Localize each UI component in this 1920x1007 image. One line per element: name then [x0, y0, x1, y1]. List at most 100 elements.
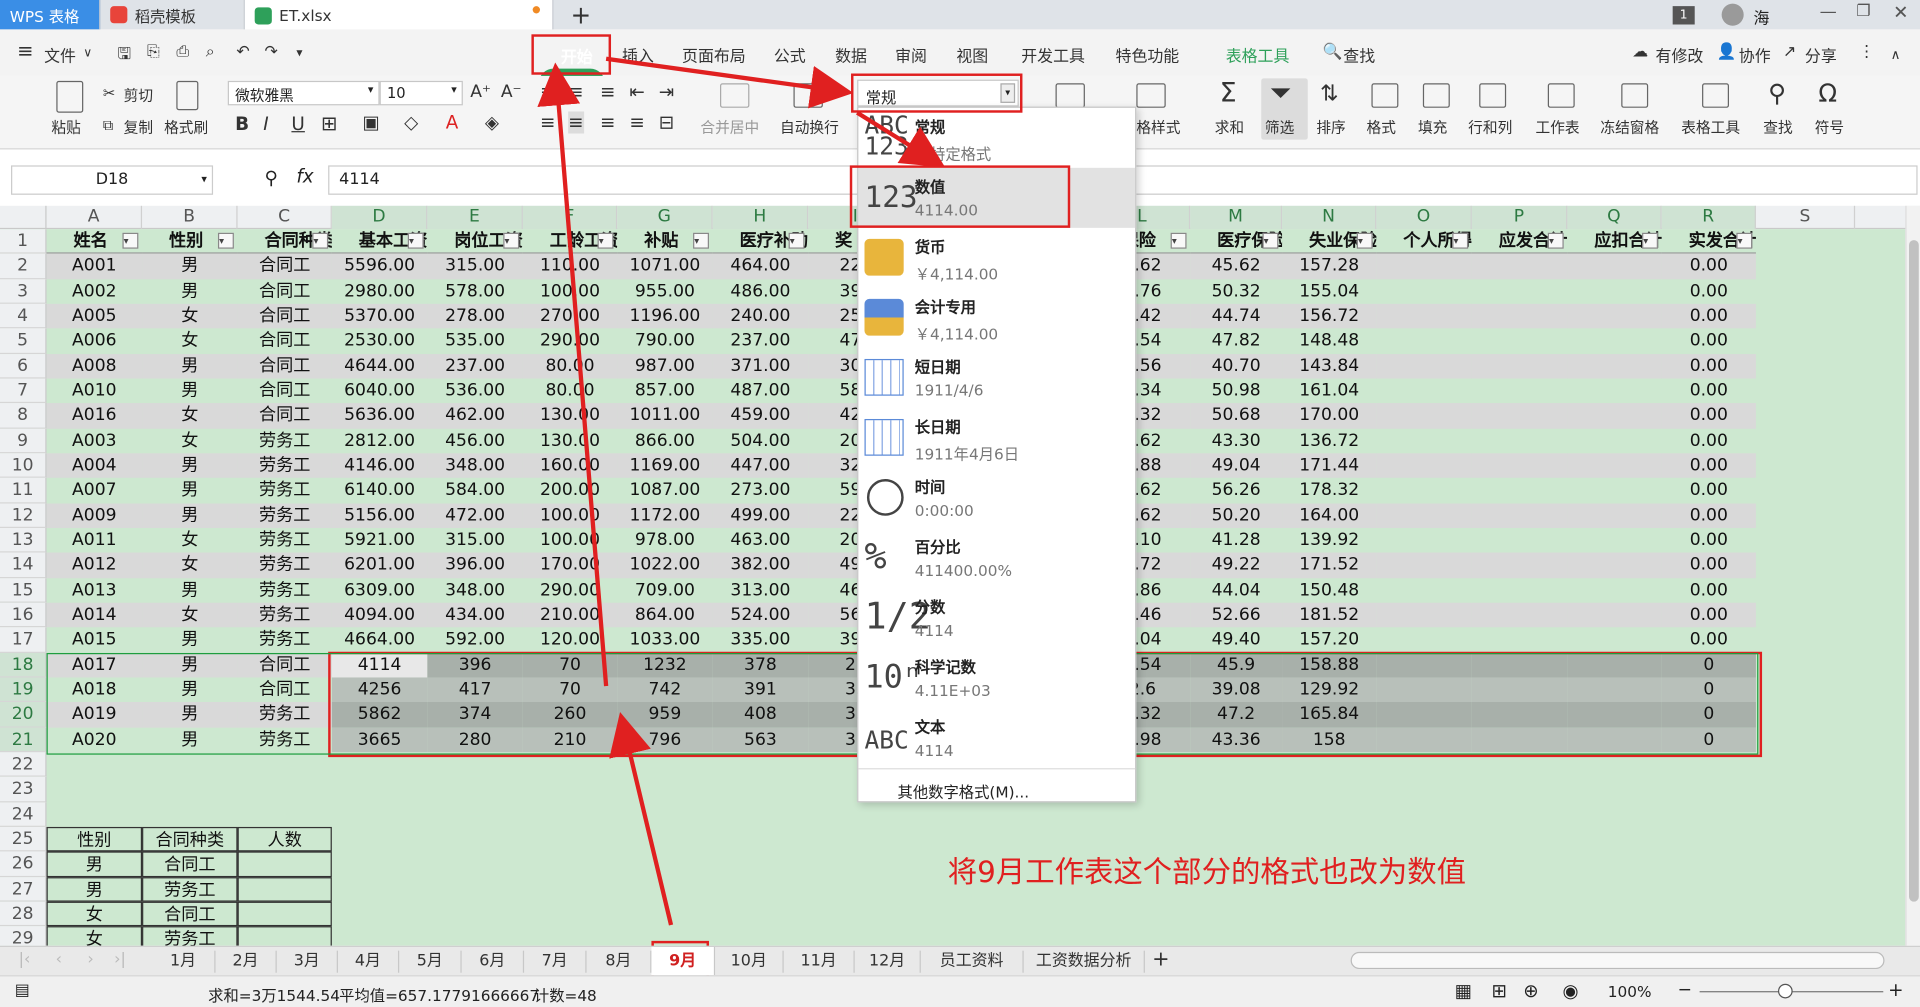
column-header-m[interactable]: M — [1190, 205, 1283, 230]
table-cell[interactable]: 0.00 — [1661, 602, 1756, 628]
paste-button[interactable]: 粘贴 — [51, 116, 80, 137]
chevron-down-icon[interactable]: ∨ — [83, 47, 92, 60]
search-icon[interactable]: 🔍 — [1322, 43, 1342, 61]
vertical-scroll-thumb[interactable] — [1908, 240, 1919, 902]
horizontal-scrollbar[interactable] — [1350, 951, 1885, 970]
row-number[interactable]: 22 — [0, 752, 47, 778]
table-cell[interactable]: 劳务工 — [238, 628, 332, 653]
filter-dropdown-icon[interactable]: ▾ — [1262, 232, 1279, 249]
table-cell[interactable]: 劳务工 — [238, 428, 332, 453]
table-cell[interactable] — [1376, 303, 1472, 329]
table-cell[interactable]: 劳务工 — [237, 602, 332, 628]
table-cell[interactable]: A012 — [46, 552, 143, 578]
table-cell[interactable]: 劳务工 — [237, 503, 332, 528]
table-cell[interactable]: 合同工 — [238, 379, 332, 404]
table-cell[interactable]: 男 — [142, 478, 238, 503]
tab-developer[interactable]: 开发工具 — [1021, 43, 1085, 66]
table-cell[interactable]: 313.00 — [713, 578, 809, 603]
filter-dropdown-icon[interactable]: ▾ — [788, 232, 805, 249]
table-cell[interactable]: 6309.00 — [332, 578, 428, 603]
table-cell[interactable]: 371.00 — [712, 353, 809, 379]
table-cell[interactable]: 237.00 — [713, 329, 809, 354]
summary-cell[interactable] — [237, 901, 332, 927]
table-cell[interactable]: 987.00 — [617, 353, 713, 379]
row-number[interactable]: 23 — [0, 777, 47, 802]
table-cell[interactable]: 592.00 — [427, 628, 523, 653]
tab-page-layout[interactable]: 页面布局 — [682, 43, 746, 66]
table-cell[interactable]: 6140.00 — [332, 478, 428, 503]
justify-icon[interactable]: ≡ — [629, 111, 644, 133]
table-cell[interactable]: A006 — [47, 329, 143, 354]
table-cell[interactable] — [1567, 552, 1662, 578]
table-cell[interactable]: 4146.00 — [331, 453, 428, 479]
row-number[interactable]: 16 — [0, 602, 47, 628]
zoom-formula-icon[interactable]: ⚲ — [264, 167, 277, 189]
table-cell[interactable]: 0.00 — [1661, 353, 1756, 379]
row-number[interactable]: 9 — [0, 428, 47, 454]
table-cell[interactable]: 237.00 — [427, 353, 523, 379]
table-cell[interactable]: 男 — [142, 379, 238, 404]
freeze-panes-button[interactable]: 冻结窗格 — [1600, 116, 1659, 137]
copy-icon[interactable]: ⧉ — [103, 116, 114, 134]
table-cell[interactable]: 955.00 — [617, 279, 713, 304]
table-cell[interactable]: 女 — [142, 329, 238, 354]
reading-layout-icon[interactable]: ⊕ — [1523, 980, 1538, 1002]
table-cell[interactable]: 1172.00 — [617, 503, 713, 528]
table-cell[interactable]: 130.00 — [523, 428, 617, 453]
row-number[interactable]: 5 — [0, 328, 47, 354]
tab-formulas[interactable]: 公式 — [774, 43, 806, 66]
table-cell[interactable]: 864.00 — [617, 602, 713, 628]
macro-icon[interactable]: ▤ — [15, 981, 30, 999]
table-cell[interactable]: A007 — [47, 478, 143, 503]
filter-dropdown-icon[interactable]: ▾ — [407, 232, 424, 249]
table-tools-button[interactable]: 表格工具 — [1681, 116, 1740, 137]
print-preview-icon[interactable]: ⌕ — [206, 43, 215, 61]
table-cell[interactable] — [1376, 552, 1472, 578]
table-cell[interactable]: 5596.00 — [331, 253, 428, 279]
filter-dropdown-icon[interactable]: ▾ — [1642, 232, 1658, 249]
table-cell[interactable] — [1567, 478, 1661, 503]
summary-cell[interactable]: 女 — [46, 926, 143, 946]
table-cell[interactable]: 女 — [142, 552, 238, 578]
table-cell[interactable]: A011 — [47, 528, 143, 553]
table-cell[interactable] — [1472, 628, 1568, 653]
row-number[interactable]: 28 — [0, 901, 47, 927]
table-cell[interactable]: 584.00 — [427, 478, 523, 503]
sheet-tab-8[interactable]: 9月 — [651, 947, 716, 976]
decrease-font-icon[interactable]: A⁻ — [501, 82, 522, 102]
conditional-format-icon[interactable] — [1055, 83, 1085, 108]
table-cell[interactable] — [1567, 528, 1661, 553]
row-number[interactable]: 24 — [0, 801, 47, 827]
vertical-scrollbar[interactable] — [1905, 205, 1920, 946]
zoom-in-icon[interactable]: + — [1888, 979, 1903, 1001]
table-cell[interactable]: 劳务工 — [237, 453, 332, 479]
table-cell[interactable]: 120.00 — [523, 628, 617, 653]
rows-columns-icon[interactable] — [1479, 83, 1507, 108]
table-cell[interactable]: 1087.00 — [617, 478, 713, 503]
table-cell[interactable]: 472.00 — [427, 503, 523, 528]
more-number-formats[interactable]: 其他数字格式(M)... — [898, 779, 1030, 802]
table-cell[interactable]: 合同工 — [238, 279, 332, 304]
close-icon[interactable]: ✕ — [1893, 1, 1908, 23]
table-cell[interactable]: 女 — [142, 403, 238, 429]
table-cell[interactable]: 110.00 — [522, 253, 618, 279]
table-cell[interactable]: 462.00 — [427, 403, 523, 429]
format-option-9[interactable]: 10ⁿ 科学记数 4.11E+03 — [858, 648, 1135, 708]
paste-icon[interactable] — [56, 80, 84, 113]
table-cell[interactable] — [1376, 578, 1472, 603]
hamburger-icon[interactable]: ≡ — [17, 39, 33, 62]
fill-button[interactable]: 填充 — [1418, 116, 1447, 137]
row-number[interactable]: 27 — [0, 876, 47, 902]
table-cell[interactable] — [1567, 503, 1662, 528]
filter-dropdown-icon[interactable]: ▾ — [1356, 232, 1373, 249]
table-cell[interactable]: 315.00 — [427, 528, 523, 553]
column-header-n[interactable]: N — [1282, 205, 1377, 230]
column-header-g[interactable]: G — [617, 205, 713, 230]
table-cell[interactable] — [1472, 578, 1568, 603]
table-cell[interactable]: 女 — [142, 528, 238, 553]
table-cell[interactable]: 劳务工 — [237, 552, 332, 578]
sheet-tab-13[interactable]: 工资数据分析 — [1024, 950, 1145, 973]
table-cell[interactable]: 171.44 — [1282, 453, 1377, 479]
row-number[interactable]: 26 — [0, 851, 47, 877]
table-cell[interactable]: 535.00 — [427, 329, 523, 354]
